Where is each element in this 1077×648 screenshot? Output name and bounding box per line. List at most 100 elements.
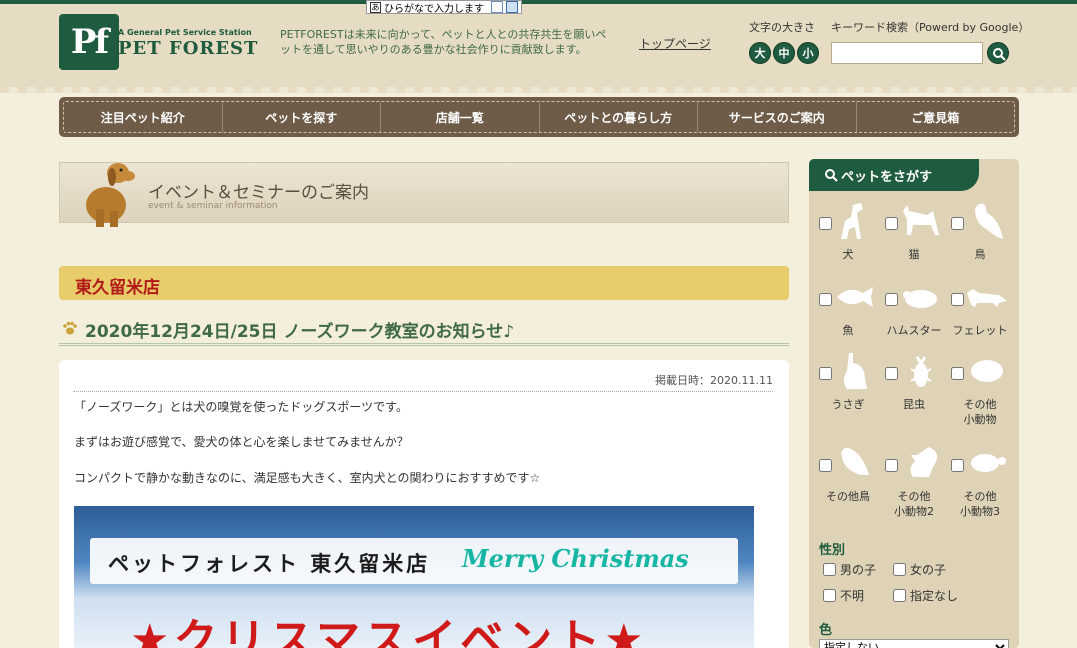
pet-option-ferret: フェレット <box>947 275 1013 349</box>
search-label: キーワード検索（Powerd by Google） <box>831 21 1030 34</box>
pet-checkbox-ferret[interactable] <box>951 293 964 306</box>
event-title: イベント＆セミナーのご案内 <box>148 183 369 203</box>
nav-featured-pets[interactable]: 注目ペット紹介 <box>64 102 222 132</box>
fish-icon <box>837 287 873 307</box>
search-button[interactable] <box>987 42 1009 64</box>
list-icon[interactable] <box>506 1 518 13</box>
poster-merry-christmas: Merry Christmas <box>462 544 689 573</box>
header: あ ひらがなで入力します Pf A General Pet Service St… <box>0 0 1077 93</box>
rabbit-icon <box>844 353 867 389</box>
nav-store-list[interactable]: 店舗一覧 <box>380 102 539 132</box>
event-banner: イベント＆セミナーのご案内 event & seminar informatio… <box>59 162 789 227</box>
posted-date: 掲載日時：2020.11.11 <box>73 372 773 392</box>
pet-option-small-animal-2: その他 小動物2 <box>881 441 947 518</box>
gender-female[interactable]: 女の子 <box>893 561 946 578</box>
pet-checkbox-hamster[interactable] <box>885 293 898 306</box>
golden-retriever-icon <box>86 163 135 227</box>
nav-find-pets[interactable]: ペットを探す <box>221 102 381 132</box>
pet-name: 犬 <box>842 248 854 261</box>
font-size-large-button[interactable]: 大 <box>749 42 771 64</box>
pet-name: 昆虫 <box>903 398 925 411</box>
sidebar-pet-search: ペットをさがす 犬 猫 鳥 魚 ハムスター フェレット うさぎ 昆虫 その他 小… <box>809 159 1019 648</box>
pet-option-fish: 魚 <box>815 275 881 349</box>
pet-checkbox-dog[interactable] <box>819 217 832 230</box>
gender-checkbox[interactable] <box>893 563 906 576</box>
search-icon <box>993 48 1006 61</box>
article-paragraph: 「ノーズワーク」とは犬の嗅覚を使ったドッグスポーツです。 <box>74 400 408 414</box>
ferret-icon <box>967 289 1007 307</box>
store-heading: 東久留米店 <box>59 266 789 300</box>
top-page-link[interactable]: トップページ <box>639 35 711 52</box>
color-title: 色 <box>819 623 833 638</box>
squirrel-icon <box>910 447 938 477</box>
pet-name: その他 小動物3 <box>960 490 1000 518</box>
pet-checkbox-small-animal[interactable] <box>951 367 964 380</box>
event-subtitle: event & seminar information <box>148 201 278 211</box>
pet-checkbox-fish[interactable] <box>819 293 832 306</box>
pet-name: 猫 <box>908 248 920 261</box>
article-paragraph: まずはお遊び感覚で、愛犬の体と心を楽しませてみませんか？ <box>74 435 409 449</box>
nav-living-with-pets[interactable]: ペットとの暮らし方 <box>538 102 698 132</box>
color-select[interactable]: 指定しない <box>819 639 1009 648</box>
event-poster: ペットフォレスト 東久留米店 Merry Christmas ★クリスマスイベン… <box>74 506 754 648</box>
gender-label: 指定なし <box>910 589 959 603</box>
nav-services[interactable]: サービスのご案内 <box>697 102 856 132</box>
pet-option-insect: 昆虫 <box>881 349 947 423</box>
paw-icon <box>63 321 77 335</box>
pet-checkbox-small-animal-3[interactable] <box>951 459 964 472</box>
gender-label: 男の子 <box>840 563 877 577</box>
font-size-label: 文字の大きさ <box>749 21 815 34</box>
pet-checkbox-other-bird[interactable] <box>819 459 832 472</box>
pet-checkbox-small-animal-2[interactable] <box>885 459 898 472</box>
article-paragraph: コンパクトで静かな動きなのに、満足感も大きく、室内犬との関わりにおすすめです☆ <box>74 471 541 485</box>
dog-icon <box>841 203 863 239</box>
gender-checkbox[interactable] <box>893 589 906 602</box>
sidebar-title-text: ペットをさがす <box>841 169 933 185</box>
pet-name: その他 小動物2 <box>894 490 934 518</box>
gender-checkbox[interactable] <box>823 563 836 576</box>
gender-label: 女の子 <box>910 563 947 577</box>
pet-option-hamster: ハムスター <box>881 275 947 349</box>
sidebar-title: ペットをさがす <box>809 159 979 191</box>
nav-feedback[interactable]: ご意見箱 <box>855 102 1015 132</box>
ruby-toolbar-label: ひらがなで入力します <box>384 3 484 15</box>
store-name: 東久留米店 <box>75 278 160 298</box>
pet-checkbox-rabbit[interactable] <box>819 367 832 380</box>
pet-checkbox-cat[interactable] <box>885 217 898 230</box>
pet-checkbox-insect[interactable] <box>885 367 898 380</box>
font-size-medium-button[interactable]: 中 <box>773 42 795 64</box>
cat-icon <box>903 205 939 235</box>
gender-unknown[interactable]: 不明 <box>823 587 864 604</box>
pet-checkbox-bird[interactable] <box>951 217 964 230</box>
beetle-icon <box>910 356 932 387</box>
pet-name: フェレット <box>952 324 1008 337</box>
pet-option-small-animal-3: その他 小動物3 <box>947 441 1013 518</box>
post-title: 2020年12月24日/25日 ノーズワーク教室のお知らせ♪ <box>85 322 515 342</box>
hiragana-icon: あ <box>370 1 381 13</box>
bird-icon <box>975 203 1003 239</box>
gender-any[interactable]: 指定なし <box>893 587 958 604</box>
article: 掲載日時：2020.11.11 「ノーズワーク」とは犬の嗅覚を使ったドッグスポー… <box>59 360 789 648</box>
tagline: PETFORESTは未来に向かって、ペットと人との共存共生を願いペットを通して思… <box>280 28 607 56</box>
logo-name[interactable]: PET FOREST <box>118 38 258 59</box>
pet-option-dog: 犬 <box>815 199 881 273</box>
gender-male[interactable]: 男の子 <box>823 561 876 578</box>
pet-name: その他 小動物 <box>963 398 997 426</box>
gender-checkbox[interactable] <box>823 589 836 602</box>
note-icon[interactable] <box>491 1 503 13</box>
pet-option-bird: 鳥 <box>947 199 1013 273</box>
small-animal-icon <box>971 360 1003 382</box>
logo[interactable]: Pf <box>59 14 119 70</box>
pet-name: 魚 <box>842 324 854 337</box>
search-input[interactable] <box>831 42 983 64</box>
pet-option-other-bird: その他鳥 <box>815 441 881 515</box>
font-size-small-button[interactable]: 小 <box>797 42 819 64</box>
pet-name: その他鳥 <box>826 490 870 503</box>
pet-option-cat: 猫 <box>881 199 947 273</box>
pet-name: うさぎ <box>831 398 865 411</box>
pet-name: ハムスター <box>886 324 942 337</box>
other-bird-icon <box>841 447 869 475</box>
ruby-input-toolbar[interactable]: あ ひらがなで入力します <box>366 0 522 15</box>
main-nav: 注目ペット紹介 ペットを探す 店舗一覧 ペットとの暮らし方 サービスのご案内 ご… <box>59 97 1019 137</box>
logo-subtitle: A General Pet Service Station <box>118 28 252 37</box>
